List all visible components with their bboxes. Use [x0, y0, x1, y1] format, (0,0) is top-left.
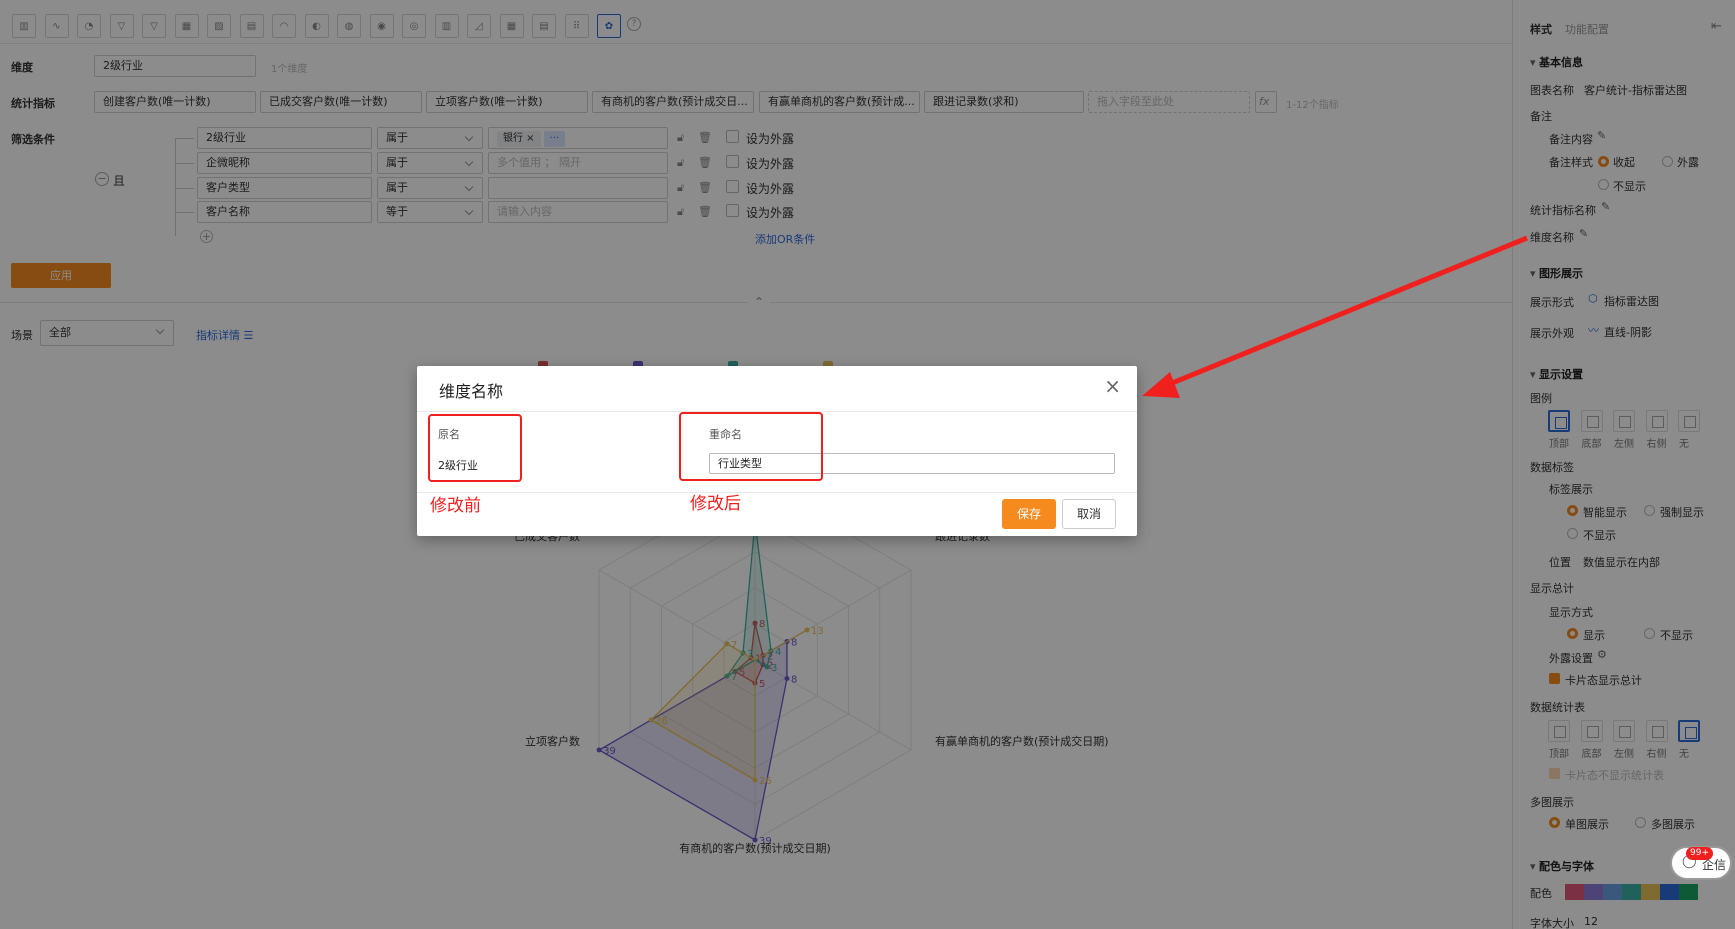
- after-annotation: 修改后: [690, 494, 741, 514]
- save-button[interactable]: 保存: [1002, 499, 1056, 529]
- before-annotation: 修改前: [430, 496, 481, 516]
- dialog-footer-divider: [417, 492, 1137, 493]
- after-highlight-box: [679, 412, 823, 481]
- close-icon[interactable]: ×: [1104, 374, 1121, 398]
- cancel-button[interactable]: 取消: [1062, 499, 1116, 529]
- before-highlight-box: [428, 414, 522, 482]
- chat-badge: 99+: [1686, 847, 1713, 860]
- dialog-title: 维度名称: [439, 382, 504, 401]
